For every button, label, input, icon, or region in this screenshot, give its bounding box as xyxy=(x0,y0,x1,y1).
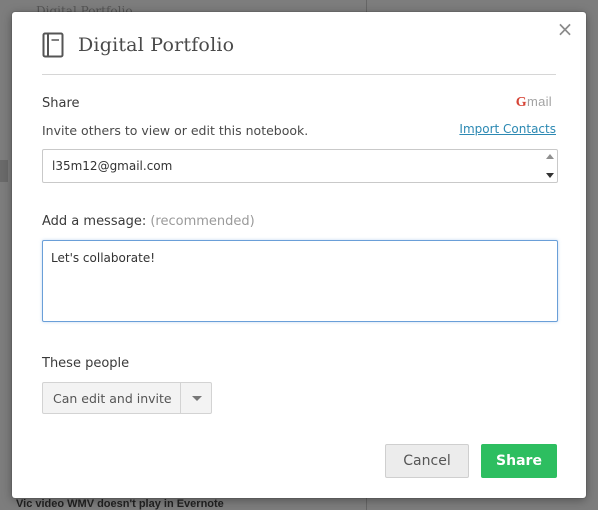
people-label: These people xyxy=(42,356,130,371)
header-divider xyxy=(42,74,556,75)
background-sidebar-highlight xyxy=(0,160,8,182)
close-icon[interactable]: × xyxy=(554,18,576,40)
message-label: Add a message: (recommended) xyxy=(42,214,255,229)
cancel-button[interactable]: Cancel xyxy=(385,444,469,478)
dropdown-separator xyxy=(180,383,181,413)
gmail-logo: Gmail xyxy=(515,94,552,110)
share-button[interactable]: Share xyxy=(481,444,557,478)
notebook-icon xyxy=(42,32,64,58)
dialog-header: Digital Portfolio xyxy=(42,32,234,58)
scroll-down-arrow-icon[interactable] xyxy=(546,173,554,178)
chevron-down-icon[interactable] xyxy=(192,396,202,401)
permission-dropdown[interactable]: Can edit and invite xyxy=(42,382,212,414)
permission-value: Can edit and invite xyxy=(53,391,172,406)
dialog-title: Digital Portfolio xyxy=(78,34,235,56)
email-value: l35m12@gmail.com xyxy=(52,159,173,173)
message-label-text: Add a message: xyxy=(42,214,147,229)
message-value: Let's collaborate! xyxy=(51,251,156,265)
background-divider xyxy=(366,498,367,510)
message-textarea[interactable]: Let's collaborate! xyxy=(42,240,558,322)
scroll-up-arrow-icon[interactable] xyxy=(546,154,554,159)
email-recipients-field[interactable]: l35m12@gmail.com xyxy=(42,149,558,183)
share-label: Share xyxy=(42,96,80,111)
share-helper-text: Invite others to view or edit this noteb… xyxy=(42,123,309,138)
message-label-hint: (recommended) xyxy=(150,214,255,229)
share-notebook-dialog: × Digital Portfolio Share Gmail Invite o… xyxy=(12,12,586,498)
import-contacts-link[interactable]: Import Contacts xyxy=(459,122,556,136)
background-note-title: Vic video WMV doesn't play in Evernote xyxy=(16,498,224,510)
